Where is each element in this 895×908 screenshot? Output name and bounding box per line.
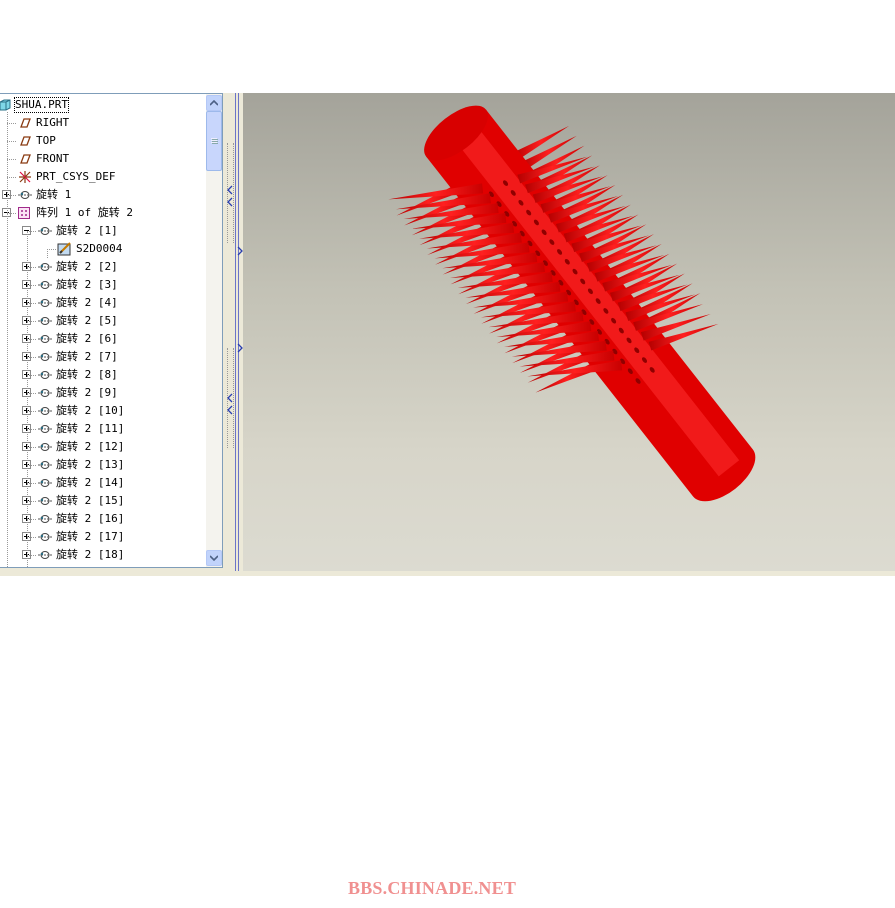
revolve-icon	[37, 512, 53, 526]
tree-item-label: 旋转 2 [13]	[56, 458, 125, 471]
panel-sash[interactable]	[225, 93, 243, 571]
collapse-left-icon[interactable]	[226, 185, 234, 195]
revolve-icon	[37, 386, 53, 400]
revolve-icon	[37, 422, 53, 436]
graphics-viewport[interactable]	[243, 93, 895, 571]
collapse-left-icon[interactable]	[226, 393, 234, 403]
tree-item-label: FRONT	[36, 152, 70, 165]
revolve-icon	[37, 548, 53, 562]
tree-item[interactable]: RIGHT	[0, 114, 206, 132]
scroll-up-button[interactable]	[206, 95, 222, 111]
tree-item-label: 旋转 2 [2]	[56, 260, 118, 273]
tree-item-label: 旋转 2 [5]	[56, 314, 118, 327]
collapse-left-icon[interactable]	[226, 405, 234, 415]
tree-item-label: 旋转 2 [4]	[56, 296, 118, 309]
revolve-icon	[37, 314, 53, 328]
scroll-thumb[interactable]	[206, 111, 222, 171]
tree-item-label: 旋转 2 [9]	[56, 386, 118, 399]
watermark-text: BBS.CHINADE.NET	[348, 878, 517, 898]
tree-item-label: PRT_CSYS_DEF	[36, 170, 116, 183]
model-tree-panel: SHUA.PRT RIGHT TOP FRONT PRT_CSYS_DEF 旋转 1 阵列 …	[0, 93, 223, 568]
tree-scrollbar[interactable]	[206, 94, 222, 567]
sketch-icon	[57, 242, 73, 256]
tree-item-label: SHUA.PRT	[14, 97, 69, 113]
chevron-up-icon	[210, 100, 218, 106]
tree-item-label: 旋转 2 [7]	[56, 350, 118, 363]
revolve-icon	[37, 224, 53, 238]
pattern-icon	[17, 206, 33, 220]
revolve-icon	[37, 530, 53, 544]
datum-plane-icon	[17, 152, 33, 166]
revolve-icon	[37, 440, 53, 454]
revolve-icon	[37, 350, 53, 364]
part-icon	[0, 98, 14, 112]
collapse-left-icon[interactable]	[226, 197, 234, 207]
revolve-icon	[37, 296, 53, 310]
tree-item-label: 旋转 2 [11]	[56, 422, 125, 435]
tree-item[interactable]: FRONT	[0, 150, 206, 168]
tree-item[interactable]: 阵列 1 of 旋转 2	[0, 204, 206, 222]
tree-item-label: 旋转 2 [6]	[56, 332, 118, 345]
tree-item-label: 旋转 2 [15]	[56, 494, 125, 507]
tree-item-label: 旋转 2 [14]	[56, 476, 125, 489]
tree-item[interactable]: PRT_CSYS_DEF	[0, 168, 206, 186]
tree-item-label: RIGHT	[36, 116, 70, 129]
revolve-icon	[37, 278, 53, 292]
revolve-icon	[37, 260, 53, 274]
tree-item-label: 旋转 2 [3]	[56, 278, 118, 291]
3d-model-render[interactable]	[243, 93, 895, 571]
cylinder-highlight	[451, 120, 740, 477]
tree-item-label: TOP	[36, 134, 56, 147]
tree-item-label: 旋转 2 [17]	[56, 530, 125, 543]
scroll-down-button[interactable]	[206, 550, 222, 566]
tree-item-label: 旋转 2 [16]	[56, 512, 125, 525]
tree-item-label: 阵列 1 of 旋转 2	[36, 206, 133, 219]
tree-item-label: 旋转 2 [18]	[56, 548, 125, 561]
viewport-footer	[0, 571, 895, 576]
tree-item-label: 旋转 2 [12]	[56, 440, 125, 453]
revolve-icon	[37, 494, 53, 508]
datum-plane-icon	[17, 116, 33, 130]
revolve-icon	[17, 188, 33, 202]
chevron-down-icon	[210, 555, 218, 561]
tree-item[interactable]: S2D0004	[0, 240, 206, 258]
tree-item-label: 旋转 1	[36, 188, 72, 201]
tree-item-label: 旋转 2 [8]	[56, 368, 118, 381]
tree-item-label: 旋转 2 [10]	[56, 404, 125, 417]
tree-item-label: S2D0004	[76, 242, 123, 255]
tree-item[interactable]: 旋转 1	[0, 186, 206, 204]
model-tree: SHUA.PRT RIGHT TOP FRONT PRT_CSYS_DEF 旋转 1 阵列 …	[0, 94, 206, 567]
revolve-icon	[37, 476, 53, 490]
revolve-icon	[37, 458, 53, 472]
datum-plane-icon	[17, 134, 33, 148]
revolve-icon	[37, 404, 53, 418]
tree-item[interactable]: TOP	[0, 132, 206, 150]
revolve-icon	[37, 332, 53, 346]
revolve-icon	[37, 368, 53, 382]
cad-application: SHUA.PRT RIGHT TOP FRONT PRT_CSYS_DEF 旋转 1 阵列 …	[0, 93, 895, 576]
csys-icon	[17, 170, 33, 184]
tree-item[interactable]: SHUA.PRT	[0, 96, 206, 114]
tree-item-label: 旋转 2 [1]	[56, 224, 118, 237]
